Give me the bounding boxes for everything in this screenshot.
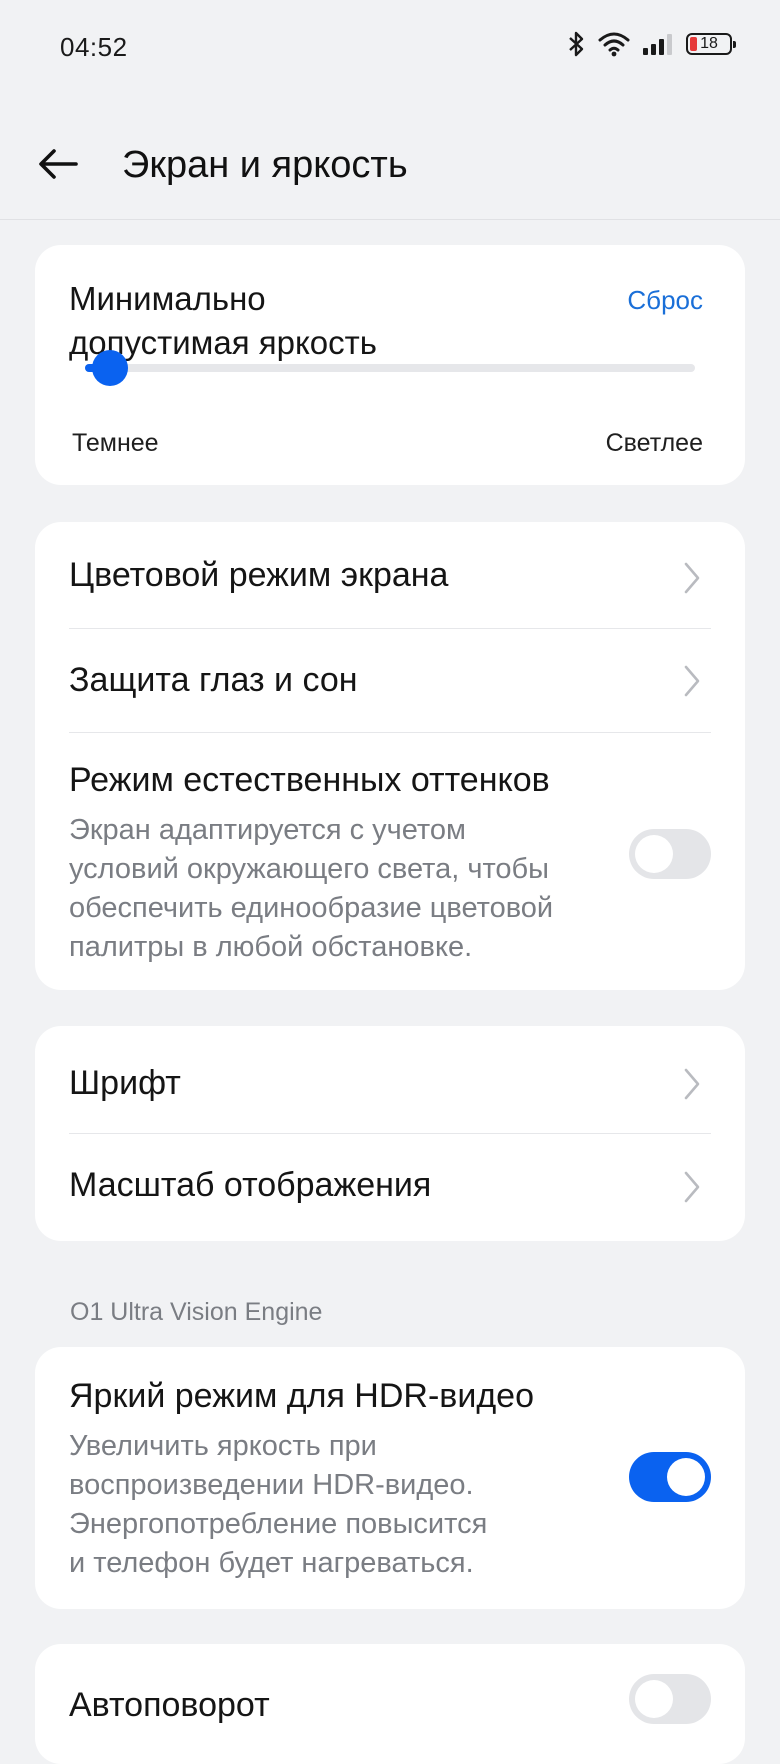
display-scale-row[interactable]: Масштаб отображения bbox=[69, 1134, 711, 1241]
display-scale-label: Масштаб отображения bbox=[69, 1166, 432, 1204]
eye-protection-label: Защита глаз и сон bbox=[69, 661, 358, 699]
status-time: 04:52 bbox=[60, 32, 128, 62]
hdr-desc-line: Энергопотребление повысится bbox=[69, 1508, 488, 1540]
hdr-row: Яркий режим для HDR-видео Увеличить ярко… bbox=[69, 1347, 711, 1609]
status-icons: 18 bbox=[568, 30, 736, 58]
hdr-title: Яркий режим для HDR-видео bbox=[69, 1377, 534, 1415]
app-header: Экран и яркость bbox=[0, 96, 780, 220]
battery-level-fill bbox=[690, 37, 697, 51]
page-title: Экран и яркость bbox=[122, 144, 408, 186]
signal-icon bbox=[643, 34, 672, 55]
back-button[interactable] bbox=[36, 146, 86, 182]
display-settings-card: Цветовой режим экрана Защита глаз и сон … bbox=[35, 522, 745, 990]
natural-tone-toggle[interactable] bbox=[629, 829, 711, 879]
brightness-title-line1: Минимально bbox=[69, 280, 266, 317]
natural-tone-description: Экран адаптируется с учетом условий окру… bbox=[69, 811, 609, 967]
color-mode-label: Цветовой режим экрана bbox=[69, 556, 449, 594]
hdr-desc-line: и телефон будет нагреваться. bbox=[69, 1547, 474, 1579]
toggle-knob bbox=[635, 1680, 673, 1718]
font-row[interactable]: Шрифт bbox=[69, 1026, 711, 1134]
hdr-desc-line: воспроизведении HDR-видео. bbox=[69, 1469, 474, 1501]
hdr-desc-line: Увеличить яркость при bbox=[69, 1430, 377, 1462]
autorotate-card: Автоповорот bbox=[35, 1644, 745, 1764]
wifi-icon bbox=[598, 32, 630, 57]
hdr-description: Увеличить яркость при воспроизведении HD… bbox=[69, 1427, 609, 1583]
autorotate-title: Автоповорот bbox=[69, 1686, 270, 1724]
chevron-right-icon bbox=[684, 562, 700, 594]
brightness-card: Минимально допустимая яркость Сброс Темн… bbox=[35, 245, 745, 485]
slider-min-label: Темнее bbox=[72, 429, 159, 457]
autorotate-row: Автоповорот bbox=[69, 1644, 711, 1764]
status-bar: 04:52 18 bbox=[0, 0, 780, 96]
battery-level-text: 18 bbox=[700, 35, 718, 52]
natural-tone-title: Режим естественных оттенков bbox=[69, 761, 550, 799]
chevron-right-icon bbox=[684, 1068, 700, 1100]
chevron-right-icon bbox=[684, 665, 700, 697]
color-mode-row[interactable]: Цветовой режим экрана bbox=[69, 522, 711, 629]
font-settings-card: Шрифт Масштаб отображения bbox=[35, 1026, 745, 1241]
natural-tone-desc-line: обеспечить единообразие цветовой bbox=[69, 892, 554, 924]
hdr-toggle[interactable] bbox=[629, 1452, 711, 1502]
chevron-right-icon bbox=[684, 1171, 700, 1203]
natural-tone-row: Режим естественных оттенков Экран адапти… bbox=[69, 733, 711, 990]
slider-thumb[interactable] bbox=[92, 350, 128, 386]
hdr-card: Яркий режим для HDR-видео Увеличить ярко… bbox=[35, 1347, 745, 1609]
brightness-slider[interactable] bbox=[85, 350, 695, 386]
reset-button[interactable]: Сброс bbox=[627, 285, 703, 316]
natural-tone-desc-line: условий окружающего света, чтобы bbox=[69, 853, 550, 885]
eye-protection-row[interactable]: Защита глаз и сон bbox=[69, 629, 711, 733]
battery-icon: 18 bbox=[686, 33, 736, 55]
toggle-knob bbox=[667, 1458, 705, 1496]
arrow-left-icon bbox=[39, 149, 78, 179]
section-label: O1 Ultra Vision Engine bbox=[70, 1298, 323, 1326]
natural-tone-desc-line: палитры в любой обстановке. bbox=[69, 931, 473, 963]
font-label: Шрифт bbox=[69, 1064, 181, 1102]
toggle-knob bbox=[635, 835, 673, 873]
autorotate-toggle[interactable] bbox=[629, 1674, 711, 1724]
slider-max-label: Светлее bbox=[605, 429, 703, 457]
slider-track bbox=[85, 364, 695, 372]
natural-tone-desc-line: Экран адаптируется с учетом bbox=[69, 814, 466, 846]
bluetooth-icon bbox=[569, 31, 584, 57]
